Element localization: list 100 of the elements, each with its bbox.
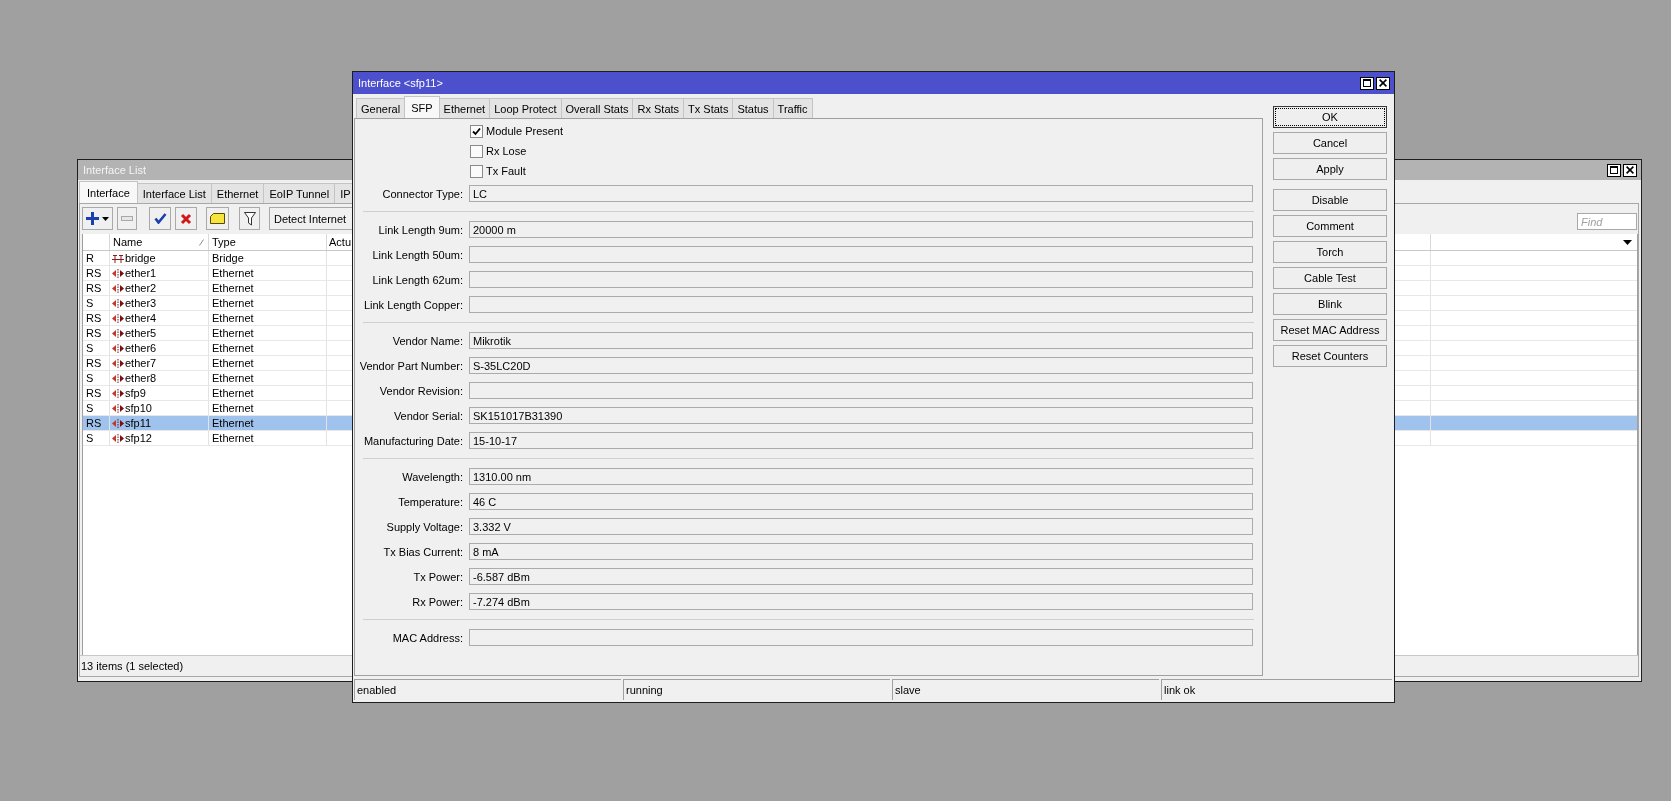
table-row[interactable]: RS ether4 Ethernet <box>83 311 352 326</box>
filter-button[interactable] <box>239 207 260 230</box>
add-button[interactable] <box>82 207 113 230</box>
dialog-button[interactable]: Blink <box>1273 293 1387 315</box>
table-cell: R <box>83 251 110 265</box>
table-row[interactable]: S ether6 Ethernet <box>83 341 352 356</box>
table-row[interactable] <box>1394 416 1637 431</box>
table-row[interactable]: RS ether5 Ethernet <box>83 326 352 341</box>
dialog-button[interactable]: Torch <box>1273 241 1387 263</box>
tab[interactable]: Interface <box>79 181 138 203</box>
value-field[interactable]: 46 C <box>469 493 1253 510</box>
toolbar-button[interactable]: Detect Internet <box>269 207 352 230</box>
caret-icon <box>102 216 109 221</box>
value-field[interactable]: -7.274 dBm <box>469 593 1253 610</box>
table-cell: Ethernet <box>209 281 327 295</box>
tab[interactable]: Tx Stats <box>683 98 734 118</box>
table-row[interactable]: RS sfp9 Ethernet <box>83 386 352 401</box>
table-row[interactable]: S ether8 Ethernet <box>83 371 352 386</box>
tab[interactable]: Interface List <box>136 183 212 203</box>
tab[interactable]: Rx Stats <box>632 98 685 118</box>
dialog-button[interactable]: Comment <box>1273 215 1387 237</box>
dialog-button[interactable]: OK <box>1273 106 1387 128</box>
status-field: running <box>623 679 890 700</box>
value-field[interactable] <box>469 629 1253 646</box>
maximize-button[interactable] <box>1360 76 1374 90</box>
table-row[interactable]: RS ether1 Ethernet <box>83 266 352 281</box>
dialog-button[interactable]: Cancel <box>1273 132 1387 154</box>
double-arrow-icon <box>112 328 124 338</box>
value-field[interactable] <box>469 296 1253 313</box>
table-row[interactable] <box>1394 311 1637 326</box>
value-field[interactable]: SK151017B31390 <box>469 407 1253 424</box>
table-row[interactable] <box>1394 431 1637 446</box>
tab[interactable]: Ethernet <box>210 183 265 203</box>
checkbox[interactable] <box>470 124 483 138</box>
tab[interactable]: EoIP Tunnel <box>263 183 336 203</box>
table-row[interactable]: RS ether2 Ethernet <box>83 281 352 296</box>
search-field[interactable]: Find <box>1577 213 1637 230</box>
interface-name: sfp10 <box>125 402 152 414</box>
value-field[interactable] <box>469 382 1253 399</box>
table-row[interactable] <box>1394 326 1637 341</box>
table-row[interactable] <box>1394 341 1637 356</box>
value-field[interactable]: 20000 m <box>469 221 1253 238</box>
checkbox[interactable] <box>470 144 483 158</box>
dialog-button[interactable]: Reset MAC Address <box>1273 319 1387 341</box>
table-row[interactable] <box>1394 356 1637 371</box>
tab[interactable]: Loop Protect <box>489 98 562 118</box>
dialog-button[interactable]: Reset Counters <box>1273 345 1387 367</box>
close-button[interactable] <box>1623 163 1637 177</box>
dialog-button[interactable]: Cable Test <box>1273 267 1387 289</box>
tab[interactable]: Ethernet <box>438 98 491 118</box>
table-row[interactable]: S ether3 Ethernet <box>83 296 352 311</box>
value-field[interactable]: 1310.00 nm <box>469 468 1253 485</box>
column-header[interactable]: Name <box>110 234 209 250</box>
table-row[interactable]: S sfp12 Ethernet <box>83 431 352 446</box>
table-row[interactable] <box>1394 266 1637 281</box>
table-row[interactable] <box>1394 401 1637 416</box>
table-row[interactable]: R bridge Bridge <box>83 251 352 266</box>
maximize-button[interactable] <box>1607 163 1621 177</box>
value-field[interactable]: 3.332 V <box>469 518 1253 535</box>
table-row[interactable] <box>1394 386 1637 401</box>
interface-name: bridge <box>125 252 156 264</box>
field-label: Supply Voltage: <box>385 520 463 533</box>
table-row[interactable]: RS ether7 Ethernet <box>83 356 352 371</box>
table-row[interactable]: RS sfp11 Ethernet <box>83 416 352 431</box>
value-field[interactable]: -6.587 dBm <box>469 568 1253 585</box>
value-field[interactable]: 8 mA <box>469 543 1253 560</box>
table-cell: RS <box>83 281 110 295</box>
value-field[interactable]: Mikrotik <box>469 332 1253 349</box>
interface-name: ether4 <box>125 312 157 324</box>
table-row[interactable] <box>1394 371 1637 386</box>
tab[interactable]: General <box>356 98 406 118</box>
value-field[interactable] <box>469 246 1253 263</box>
table-cell: S <box>83 341 110 355</box>
value-field[interactable] <box>469 271 1253 288</box>
checkbox[interactable] <box>470 164 483 178</box>
tab[interactable]: SFP <box>404 96 440 118</box>
value-field[interactable]: LC <box>469 185 1253 202</box>
table-cell: Ethernet <box>209 311 327 325</box>
tab[interactable]: Status <box>732 98 774 118</box>
table-row[interactable] <box>1394 281 1637 296</box>
tab[interactable]: IP <box>334 183 352 203</box>
dialog-button[interactable]: Disable <box>1273 189 1387 211</box>
enable-button[interactable] <box>149 207 171 230</box>
double-arrow-icon <box>112 313 124 323</box>
tab[interactable]: Overall Stats <box>560 98 634 118</box>
field-label: Vendor Part Number: <box>358 359 463 372</box>
tab[interactable]: Traffic <box>772 98 813 118</box>
value-field[interactable]: 15-10-17 <box>469 432 1253 449</box>
field-label: MAC Address: <box>391 631 463 644</box>
table-row[interactable] <box>1394 296 1637 311</box>
disable-button[interactable] <box>175 207 197 230</box>
table-row[interactable]: S sfp10 Ethernet <box>83 401 352 416</box>
checkbox-label: Tx Fault <box>486 165 526 177</box>
dialog-button[interactable]: Apply <box>1273 158 1387 180</box>
comment-button[interactable] <box>206 207 229 230</box>
column-header[interactable]: Type <box>209 234 327 250</box>
filter-icon <box>243 211 256 226</box>
interface-name: ether2 <box>125 282 157 294</box>
value-field[interactable]: S-35LC20D <box>469 357 1253 374</box>
close-button[interactable] <box>1376 76 1390 90</box>
